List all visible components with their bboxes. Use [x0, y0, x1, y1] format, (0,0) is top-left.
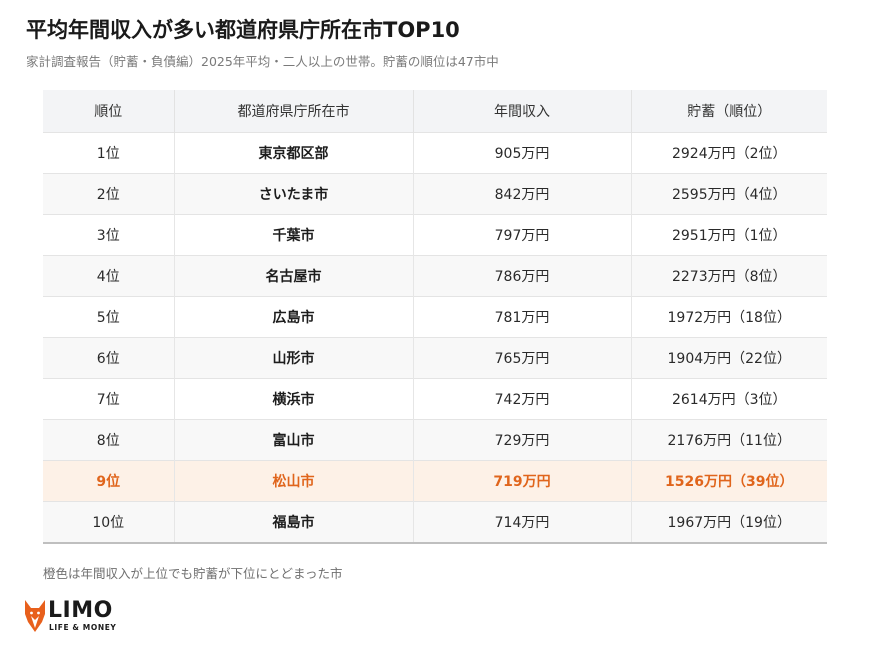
savings-cell: 2273万円（8位） — [631, 255, 827, 297]
city-cell: 広島市 — [174, 296, 414, 338]
ranking-table: 順位 都道府県庁所在市 年間収入 貯蓄（順位） 1位 東京都区部 905万円 2924… — [43, 90, 827, 544]
city-cell: 松山市 — [174, 460, 414, 502]
rank-cell: 1位 — [43, 132, 175, 174]
table-row: 6位 山形市 765万円 1904万円（22位） — [43, 337, 827, 379]
rank-cell: 3位 — [43, 214, 175, 256]
fox-icon — [25, 600, 45, 632]
rank-cell: 6位 — [43, 337, 175, 379]
table-row: 3位 千葉市 797万円 2951万円（1位） — [43, 214, 827, 256]
logo-tagline: LIFE & MONEY — [49, 623, 117, 632]
city-cell: 富山市 — [174, 419, 414, 461]
table-row: 4位 名古屋市 786万円 2273万円（8位） — [43, 255, 827, 297]
table-body: 1位 東京都区部 905万円 2924万円（2位） 2位 さいたま市 842万円 2595万円… — [43, 132, 827, 543]
table-row: 5位 広島市 781万円 1972万円（18位） — [43, 296, 827, 338]
income-cell: 786万円 — [413, 255, 632, 297]
savings-cell: 2614万円（3位） — [631, 378, 827, 420]
header-savings: 貯蓄（順位） — [631, 90, 827, 133]
rank-cell: 10位 — [43, 501, 175, 543]
income-cell: 781万円 — [413, 296, 632, 338]
rank-cell: 9位 — [43, 460, 175, 502]
city-cell: 千葉市 — [174, 214, 414, 256]
limo-logo[interactable]: LIMO LIFE & MONEY — [22, 598, 132, 638]
savings-cell: 1967万円（19位） — [631, 501, 827, 543]
savings-cell: 2176万円（11位） — [631, 419, 827, 461]
table-row: 10位 福島市 714万円 1967万円（19位） — [43, 501, 827, 543]
page-title: 平均年間収入が多い都道府県庁所在市TOP10 — [26, 18, 460, 42]
savings-cell: 2951万円（1位） — [631, 214, 827, 256]
logo-wordmark: LIMO — [48, 598, 113, 623]
rank-cell: 5位 — [43, 296, 175, 338]
header-income: 年間収入 — [413, 90, 632, 133]
income-cell: 742万円 — [413, 378, 632, 420]
footnote: 橙色は年間収入が上位でも貯蓄が下位にとどまった市 — [43, 566, 343, 581]
city-cell: 福島市 — [174, 501, 414, 543]
savings-cell: 2924万円（2位） — [631, 132, 827, 174]
savings-cell: 1904万円（22位） — [631, 337, 827, 379]
income-cell: 842万円 — [413, 173, 632, 215]
page-subtitle: 家計調査報告（貯蓄・負債編）2025年平均・二人以上の世帯。貯蓄の順位は47市中 — [26, 54, 499, 69]
rank-cell: 7位 — [43, 378, 175, 420]
savings-cell: 1526万円（39位） — [631, 460, 827, 502]
header-city: 都道府県庁所在市 — [174, 90, 414, 133]
savings-cell: 1972万円（18位） — [631, 296, 827, 338]
table-row: 1位 東京都区部 905万円 2924万円（2位） — [43, 132, 827, 174]
income-cell: 729万円 — [413, 419, 632, 461]
header-rank: 順位 — [43, 90, 175, 133]
income-cell: 905万円 — [413, 132, 632, 174]
city-cell: 東京都区部 — [174, 132, 414, 174]
city-cell: さいたま市 — [174, 173, 414, 215]
income-cell: 719万円 — [413, 460, 632, 502]
rank-cell: 2位 — [43, 173, 175, 215]
table-header-row: 順位 都道府県庁所在市 年間収入 貯蓄（順位） — [43, 90, 827, 133]
savings-cell: 2595万円（4位） — [631, 173, 827, 215]
table-row: 2位 さいたま市 842万円 2595万円（4位） — [43, 173, 827, 215]
city-cell: 横浜市 — [174, 378, 414, 420]
rank-cell: 4位 — [43, 255, 175, 297]
income-cell: 714万円 — [413, 501, 632, 543]
table-row: 9位 松山市 719万円 1526万円（39位） — [43, 460, 827, 502]
income-cell: 765万円 — [413, 337, 632, 379]
table-row: 8位 富山市 729万円 2176万円（11位） — [43, 419, 827, 461]
city-cell: 山形市 — [174, 337, 414, 379]
rank-cell: 8位 — [43, 419, 175, 461]
table-row: 7位 横浜市 742万円 2614万円（3位） — [43, 378, 827, 420]
city-cell: 名古屋市 — [174, 255, 414, 297]
income-cell: 797万円 — [413, 214, 632, 256]
